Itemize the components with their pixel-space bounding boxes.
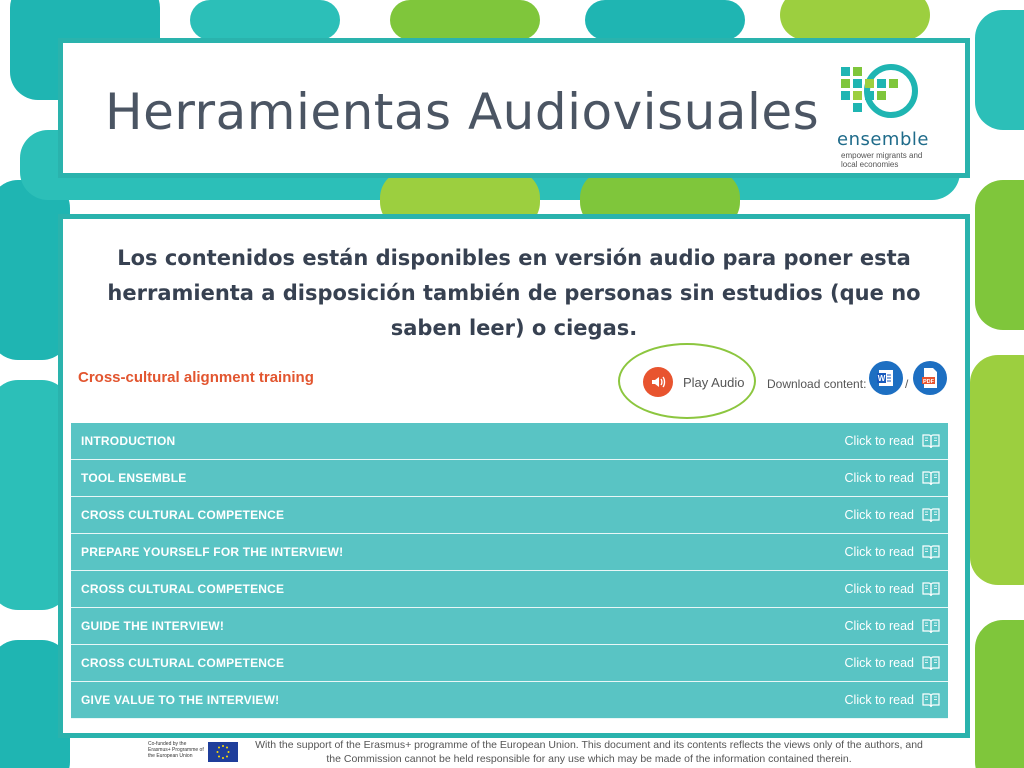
speaker-icon	[643, 367, 673, 397]
click-to-read-label: Click to read	[844, 433, 914, 448]
book-icon	[922, 693, 940, 707]
ensemble-logo: ensemble empower migrants and local econ…	[833, 59, 953, 171]
chapter-title: CROSS CULTURAL COMPETENCE	[81, 507, 285, 522]
book-icon	[922, 619, 940, 633]
svg-text:W: W	[878, 374, 886, 383]
page-title: Herramientas Audiovisuales	[105, 83, 820, 141]
chapter-row[interactable]: GUIDE THE INTERVIEW! Click to read	[71, 608, 948, 645]
chapter-title: PREPARE YOURSELF FOR THE INTERVIEW!	[81, 544, 344, 559]
click-to-read-label: Click to read	[844, 692, 914, 707]
click-to-read-link[interactable]: Click to read	[845, 581, 940, 597]
download-separator: /	[905, 377, 909, 391]
click-to-read-link[interactable]: Click to read	[845, 470, 940, 486]
download-content-label: Download content:	[767, 377, 867, 391]
chapter-title: CROSS CULTURAL COMPETENCE	[81, 655, 285, 670]
chapter-row[interactable]: TOOL ENSEMBLE Click to read	[71, 460, 948, 497]
click-to-read-link[interactable]: Click to read	[845, 507, 940, 523]
chapter-row[interactable]: CROSS CULTURAL COMPETENCE Click to read	[71, 571, 948, 608]
chapter-row[interactable]: INTRODUCTION Click to read	[71, 423, 948, 460]
content-card: Los contenidos están disponibles en vers…	[58, 214, 970, 738]
click-to-read-link[interactable]: Click to read	[845, 433, 940, 449]
chapter-title: TOOL ENSEMBLE	[81, 470, 187, 485]
footer: Co-funded by the Erasmus+ Programme of t…	[148, 738, 948, 768]
logo-mark-icon	[841, 64, 918, 118]
play-audio-button[interactable]: Play Audio	[643, 365, 744, 399]
click-to-read-link[interactable]: Click to read	[845, 655, 940, 671]
click-to-read-label: Click to read	[844, 470, 914, 485]
click-to-read-link[interactable]: Click to read	[845, 692, 940, 708]
click-to-read-label: Click to read	[844, 655, 914, 670]
footer-disclaimer: With the support of the Erasmus+ program…	[255, 739, 923, 765]
svg-text:PDF: PDF	[923, 379, 935, 385]
eu-flag-icon	[208, 742, 238, 762]
book-icon	[922, 434, 940, 448]
chapter-row[interactable]: GIVE VALUE TO THE INTERVIEW! Click to rea…	[71, 682, 948, 719]
click-to-read-label: Click to read	[844, 581, 914, 596]
title-card: Herramientas Audiovisuales ensemble empo…	[58, 38, 970, 178]
pdf-file-icon[interactable]: PDF	[913, 361, 947, 395]
chapter-row[interactable]: CROSS CULTURAL COMPETENCE Click to read	[71, 645, 948, 682]
chapter-title: INTRODUCTION	[81, 433, 176, 448]
chapter-list: INTRODUCTION Click to read TOOL ENSEMBLE Cl…	[71, 423, 948, 719]
book-icon	[922, 471, 940, 485]
course-title: Cross-cultural alignment training	[78, 369, 314, 386]
chapter-row[interactable]: CROSS CULTURAL COMPETENCE Click to read	[71, 497, 948, 534]
book-icon	[922, 508, 940, 522]
eu-cofunded-text: Co-funded by the Erasmus+ Programme of t…	[148, 741, 204, 759]
click-to-read-link[interactable]: Click to read	[845, 544, 940, 560]
chapter-title: GIVE VALUE TO THE INTERVIEW!	[81, 692, 280, 707]
book-icon	[922, 656, 940, 670]
click-to-read-label: Click to read	[844, 618, 914, 633]
chapter-row[interactable]: PREPARE YOURSELF FOR THE INTERVIEW! Click…	[71, 534, 948, 571]
logo-tagline: empower migrants and local economies	[841, 151, 923, 169]
click-to-read-link[interactable]: Click to read	[845, 618, 940, 634]
chapter-title: GUIDE THE INTERVIEW!	[81, 618, 225, 633]
logo-wordmark: ensemble	[837, 129, 929, 150]
play-audio-label: Play Audio	[683, 374, 745, 390]
word-file-icon[interactable]: W	[869, 361, 903, 395]
click-to-read-label: Click to read	[844, 507, 914, 522]
chapter-title: CROSS CULTURAL COMPETENCE	[81, 581, 285, 596]
book-icon	[922, 582, 940, 596]
book-icon	[922, 545, 940, 559]
description-text: Los contenidos están disponibles en vers…	[107, 246, 921, 340]
click-to-read-label: Click to read	[844, 544, 914, 559]
